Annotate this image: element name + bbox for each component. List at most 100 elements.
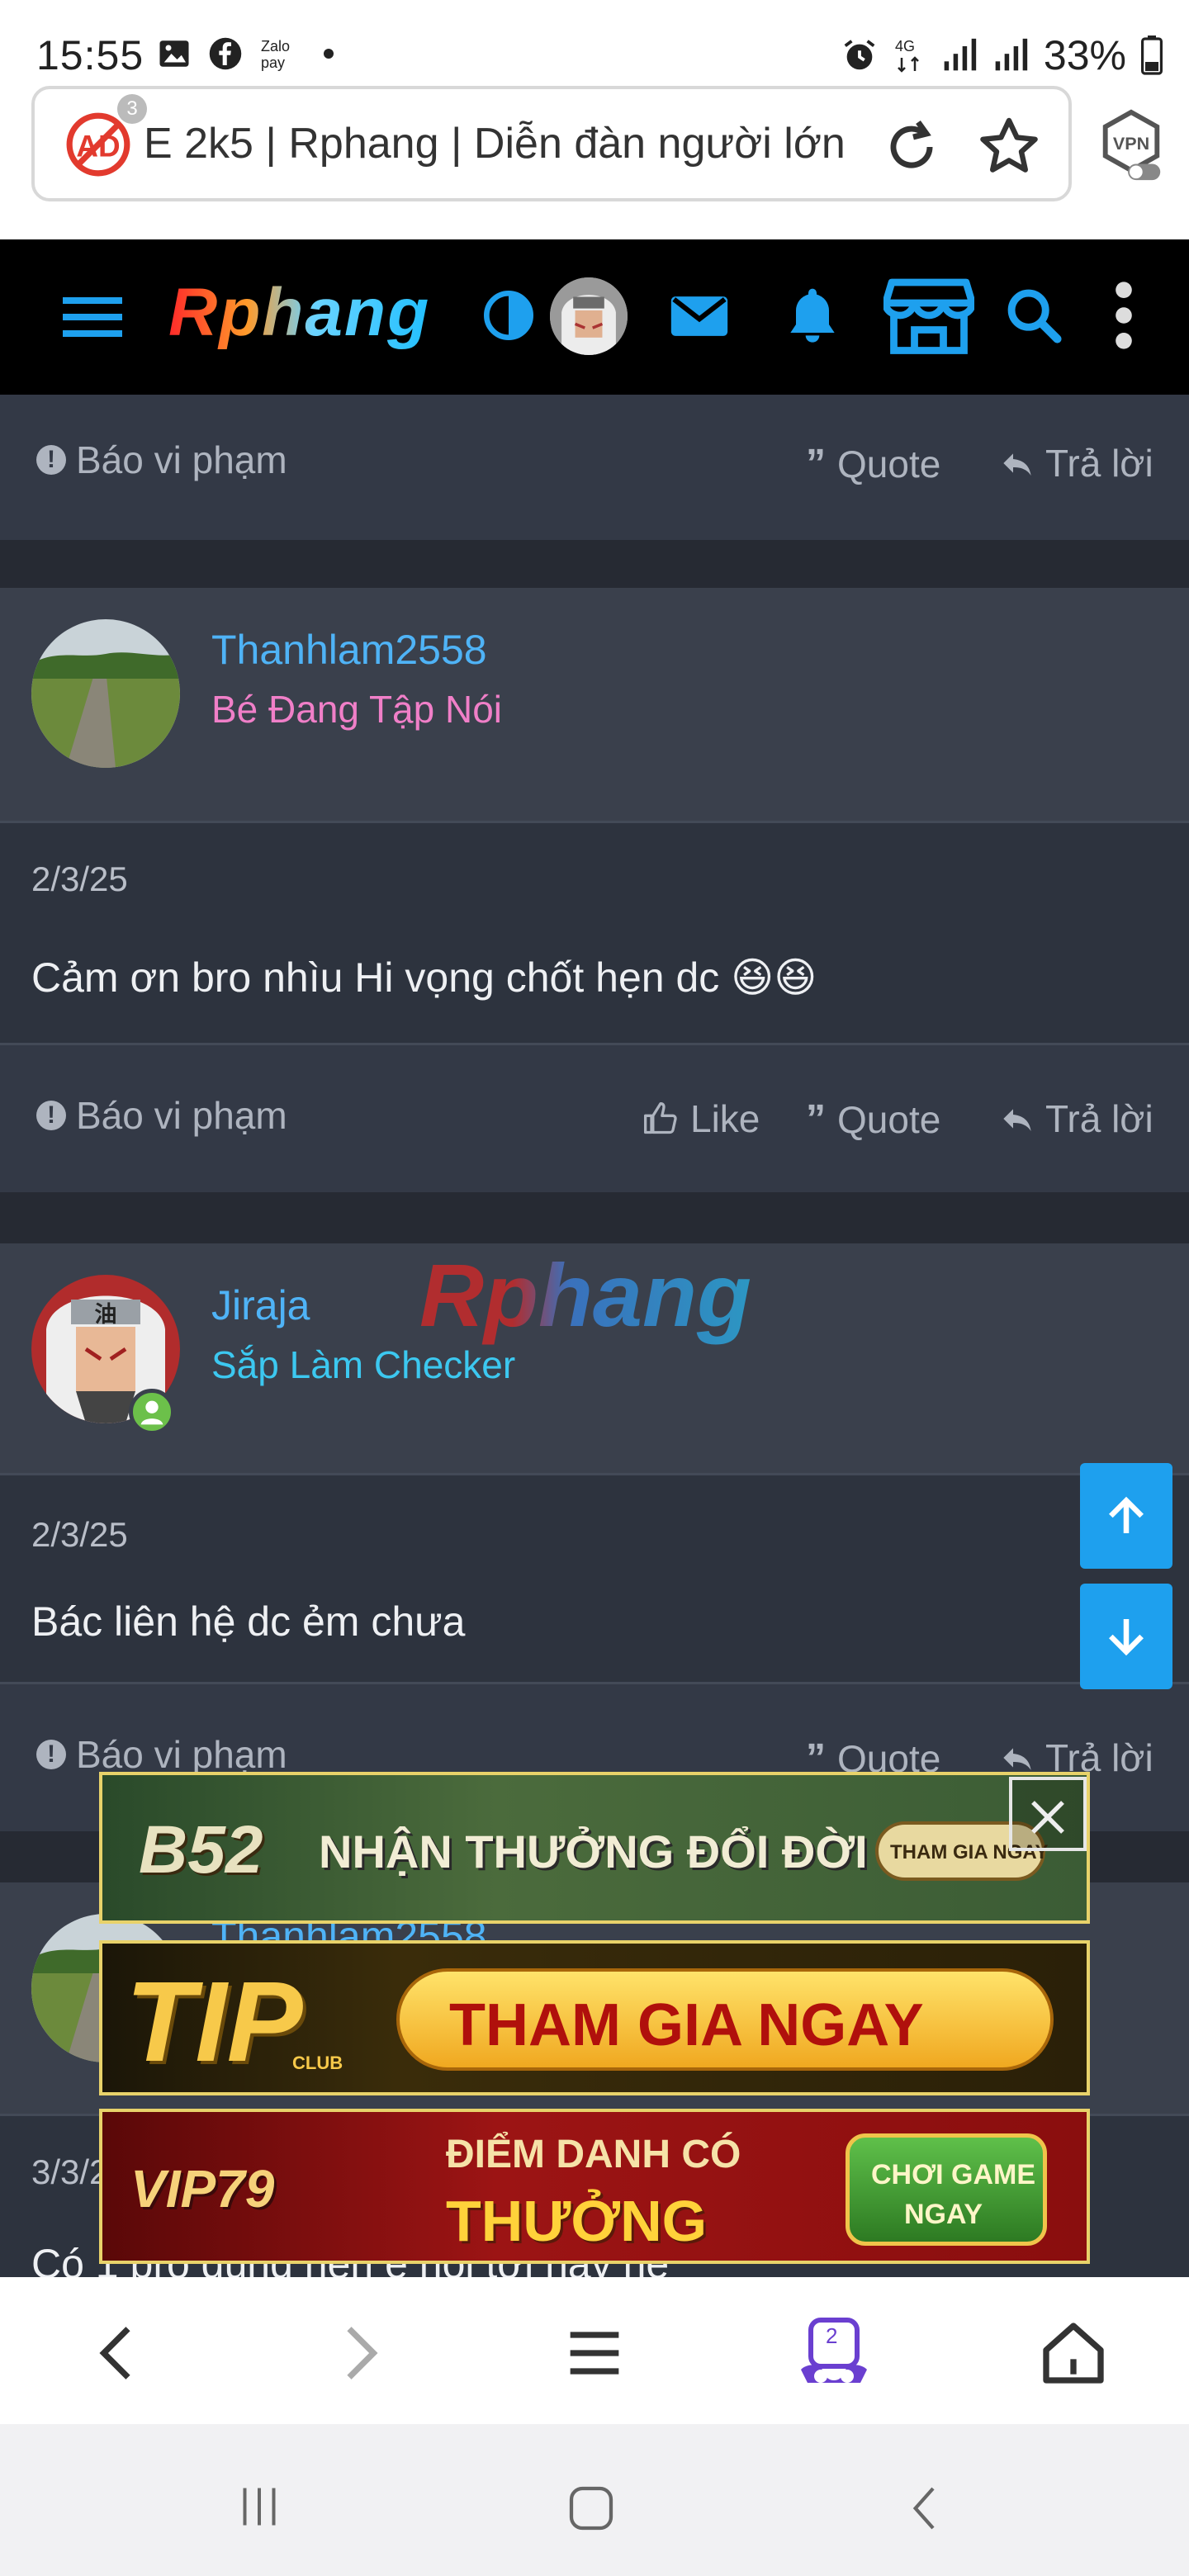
ad-banner-b52[interactable]: B52 NHẬN THƯỞNG ĐỔI ĐỜI THAM GIA NGAY xyxy=(99,1772,1090,1924)
report-icon: ! xyxy=(36,1740,66,1769)
report-icon: ! xyxy=(36,445,66,475)
signal-icon xyxy=(995,38,1028,71)
user-title: Bé Đang Tập Nói xyxy=(211,688,503,731)
alarm-icon xyxy=(844,40,875,70)
more-icon[interactable] xyxy=(1111,281,1136,350)
post-text: Cảm ơn bro nhìu Hi vọng chốt hẹn dc 😆😆 xyxy=(31,954,817,1001)
site-logo[interactable]: Rphang xyxy=(168,274,430,352)
svg-text:Zalo: Zalo xyxy=(261,38,290,54)
report-button[interactable]: ! Báo vi phạm xyxy=(36,1732,287,1777)
gallery-icon xyxy=(159,40,189,67)
reply-icon xyxy=(1003,1748,1031,1770)
tab-count: 2 xyxy=(826,2323,838,2348)
menu-icon[interactable] xyxy=(558,2317,631,2389)
reply-label: Trả lời xyxy=(1045,442,1153,485)
quote-button[interactable]: ” Quote xyxy=(806,441,940,486)
username[interactable]: Jiraja xyxy=(211,1281,310,1329)
reply-icon xyxy=(1003,1109,1031,1131)
like-button[interactable]: Like xyxy=(642,1096,760,1141)
ad-banner-vip79[interactable]: VIP79 ĐIỂM DANH CÓ THƯỞNG CHƠI GAME NGAY xyxy=(99,2109,1090,2264)
post-user-header: 油 Jiraja Sắp Làm Checker Rphang xyxy=(0,1243,1189,1473)
post-footer: ! Báo vi phạm ” Quote Trả lời xyxy=(0,395,1189,540)
ad-line2: THƯỞNG xyxy=(446,2189,708,2253)
vpn-icon[interactable]: VPN xyxy=(1098,109,1164,183)
status-time: 15:55 xyxy=(36,32,144,78)
search-icon[interactable] xyxy=(1002,284,1065,347)
battery-level: 33% xyxy=(1043,32,1126,78)
facebook-icon xyxy=(209,37,242,70)
reply-label: Trả lời xyxy=(1045,1097,1153,1140)
ad-text: NHẬN THƯỞNG ĐỔI ĐỜI xyxy=(319,1825,868,1878)
post-text: Bác liên hệ dc ẻm chưa xyxy=(31,1598,466,1645)
quote-button[interactable]: ” Quote xyxy=(806,1096,940,1142)
site-header: Rphang xyxy=(0,239,1189,395)
ad-brand: B52 xyxy=(139,1812,263,1887)
ad-sub: CLUB xyxy=(292,2053,343,2073)
mail-icon[interactable] xyxy=(666,282,733,350)
signal-icon xyxy=(944,38,977,71)
home-button-icon[interactable] xyxy=(565,2482,618,2535)
user-title: Sắp Làm Checker xyxy=(211,1343,516,1386)
address-bar[interactable]: AD 3 E 2k5 | Rphang | Diễn đàn người lớn xyxy=(31,86,1072,201)
4g-icon: 4G xyxy=(895,38,919,73)
bell-icon[interactable] xyxy=(779,282,846,350)
report-label: Báo vi phạm xyxy=(76,1094,287,1137)
report-button[interactable]: ! Báo vi phạm xyxy=(36,438,287,482)
ad-brand: VIP79 xyxy=(130,2159,275,2218)
browser-bottom-nav: 2 xyxy=(0,2277,1189,2424)
report-button[interactable]: ! Báo vi phạm xyxy=(36,1093,287,1138)
ad-cta: NGAY xyxy=(904,2199,983,2230)
recent-apps-icon[interactable] xyxy=(233,2482,286,2531)
back-icon[interactable] xyxy=(83,2317,155,2389)
username[interactable]: Thanhlam2558 xyxy=(211,626,487,674)
post-date[interactable]: 2/3/25 xyxy=(31,859,128,899)
post-body: 2/3/25 Bác liên hệ dc ẻm chưa xyxy=(0,1475,1189,1682)
ad-cta: CHƠI GAME xyxy=(871,2159,1036,2190)
avatar[interactable] xyxy=(31,619,180,768)
svg-text:VPN: VPN xyxy=(1113,134,1149,154)
dot-icon xyxy=(324,49,334,59)
reload-icon[interactable] xyxy=(879,114,945,180)
adblock-icon[interactable]: AD xyxy=(64,111,132,178)
quote-icon: ” xyxy=(806,1097,826,1141)
store-icon[interactable] xyxy=(883,274,974,357)
post-footer: ! Báo vi phạm Like ” Quote Trả lời xyxy=(0,1045,1189,1192)
svg-text:油: 油 xyxy=(95,1302,117,1327)
ad-brand: TIP xyxy=(126,1958,303,2086)
system-back-icon[interactable] xyxy=(900,2482,953,2535)
reply-icon xyxy=(1003,453,1031,476)
post-body: 2/3/25 Cảm ơn bro nhìu Hi vọng chốt hẹn … xyxy=(0,823,1189,1043)
post-user-header: Thanhlam2558 Bé Đang Tập Nói xyxy=(0,588,1189,821)
report-icon: ! xyxy=(36,1101,66,1130)
page-title-url[interactable]: E 2k5 | Rphang | Diễn đàn người lớn xyxy=(144,119,879,177)
theme-toggle-icon[interactable] xyxy=(482,289,535,342)
scroll-bottom-button[interactable] xyxy=(1080,1584,1172,1689)
bookmark-star-icon[interactable] xyxy=(976,114,1042,180)
menu-icon[interactable] xyxy=(59,292,126,342)
online-status-icon xyxy=(129,1389,175,1435)
ad-banner-tip[interactable]: TIP CLUB THAM GIA NGAY xyxy=(99,1940,1090,2095)
like-label: Like xyxy=(690,1097,760,1140)
forward-icon[interactable] xyxy=(322,2317,395,2389)
report-label: Báo vi phạm xyxy=(76,1733,287,1776)
battery-icon xyxy=(1141,36,1163,75)
zalopay-icon: Zalopay xyxy=(261,38,290,71)
tabs-button[interactable]: 2 xyxy=(794,2313,874,2393)
ad-text: THAM GIA NGAY xyxy=(449,1992,924,2058)
ad-line1: ĐIỂM DANH CÓ xyxy=(446,2133,741,2176)
system-nav-bar xyxy=(0,2424,1189,2576)
quote-icon: ” xyxy=(806,442,826,485)
status-bar: 15:55 Zalo pay 4G 33% xyxy=(0,0,1189,79)
browser-toolbar: AD 3 E 2k5 | Rphang | Diễn đàn người lớn… xyxy=(0,79,1189,239)
scroll-top-button[interactable] xyxy=(1080,1463,1172,1569)
quote-label: Quote xyxy=(837,442,941,485)
reply-button[interactable]: Trả lời xyxy=(1001,1096,1153,1141)
post-date[interactable]: 2/3/25 xyxy=(31,1515,128,1555)
avatar[interactable] xyxy=(550,277,628,355)
close-ad-button[interactable] xyxy=(1009,1777,1087,1851)
reply-button[interactable]: Trả lời xyxy=(1001,441,1153,485)
thumbs-up-icon xyxy=(644,1102,677,1134)
home-icon[interactable] xyxy=(1037,2317,1110,2389)
svg-text:4G: 4G xyxy=(895,38,915,54)
svg-text:pay: pay xyxy=(261,54,285,71)
